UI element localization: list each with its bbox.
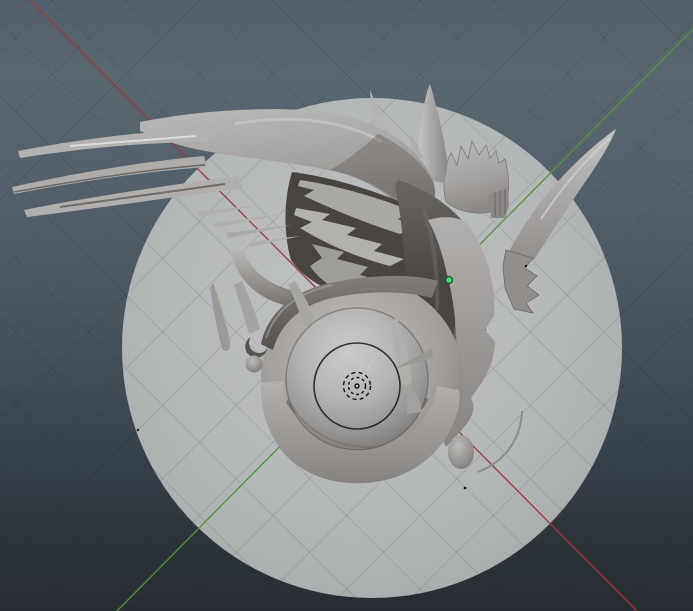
brush-cursor[interactable] bbox=[0, 0, 693, 611]
brush-normal-indicator bbox=[357, 353, 378, 386]
3d-viewport[interactable] bbox=[0, 0, 693, 611]
